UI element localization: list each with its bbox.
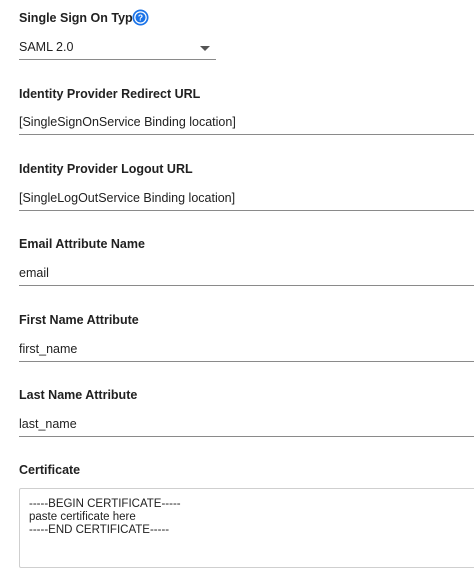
idp-logout-url-value: [SingleLogOutService Binding location] <box>19 191 236 205</box>
sso-type-value: SAML 2.0 <box>19 40 74 54</box>
idp-redirect-url-label: Identity Provider Redirect URL <box>19 87 201 101</box>
certificate-line-begin: -----BEGIN CERTIFICATE----- <box>29 498 181 510</box>
email-attribute-value: email <box>19 266 49 280</box>
idp-redirect-url-value: [SingleSignOnService Binding location] <box>19 115 236 129</box>
idp-logout-url-label: Identity Provider Logout URL <box>19 162 193 176</box>
last-name-attribute-label: Last Name Attribute <box>19 388 138 402</box>
first-name-attribute-input[interactable]: first_name <box>19 339 474 362</box>
certificate-label: Certificate <box>19 463 81 477</box>
sso-type-label: Single Sign On Type <box>19 11 140 25</box>
certificate-line-end: -----END CERTIFICATE----- <box>29 524 170 536</box>
last-name-attribute-input[interactable]: last_name <box>19 414 474 437</box>
sso-type-select[interactable]: SAML 2.0 <box>19 37 216 60</box>
email-attribute-input[interactable]: email <box>19 263 474 286</box>
certificate-textarea[interactable]: -----BEGIN CERTIFICATE----- paste certif… <box>19 488 474 568</box>
email-attribute-label: Email Attribute Name <box>19 237 145 251</box>
idp-logout-url-input[interactable]: [SingleLogOutService Binding location] <box>19 188 474 211</box>
last-name-attribute-value: last_name <box>19 417 77 431</box>
certificate-line-body: paste certificate here <box>29 511 136 523</box>
first-name-attribute-value: first_name <box>19 342 78 356</box>
first-name-attribute-label: First Name Attribute <box>19 313 139 327</box>
idp-redirect-url-input[interactable]: [SingleSignOnService Binding location] <box>19 112 474 135</box>
svg-text:?: ? <box>138 13 143 23</box>
dropdown-caret-icon <box>200 46 210 51</box>
